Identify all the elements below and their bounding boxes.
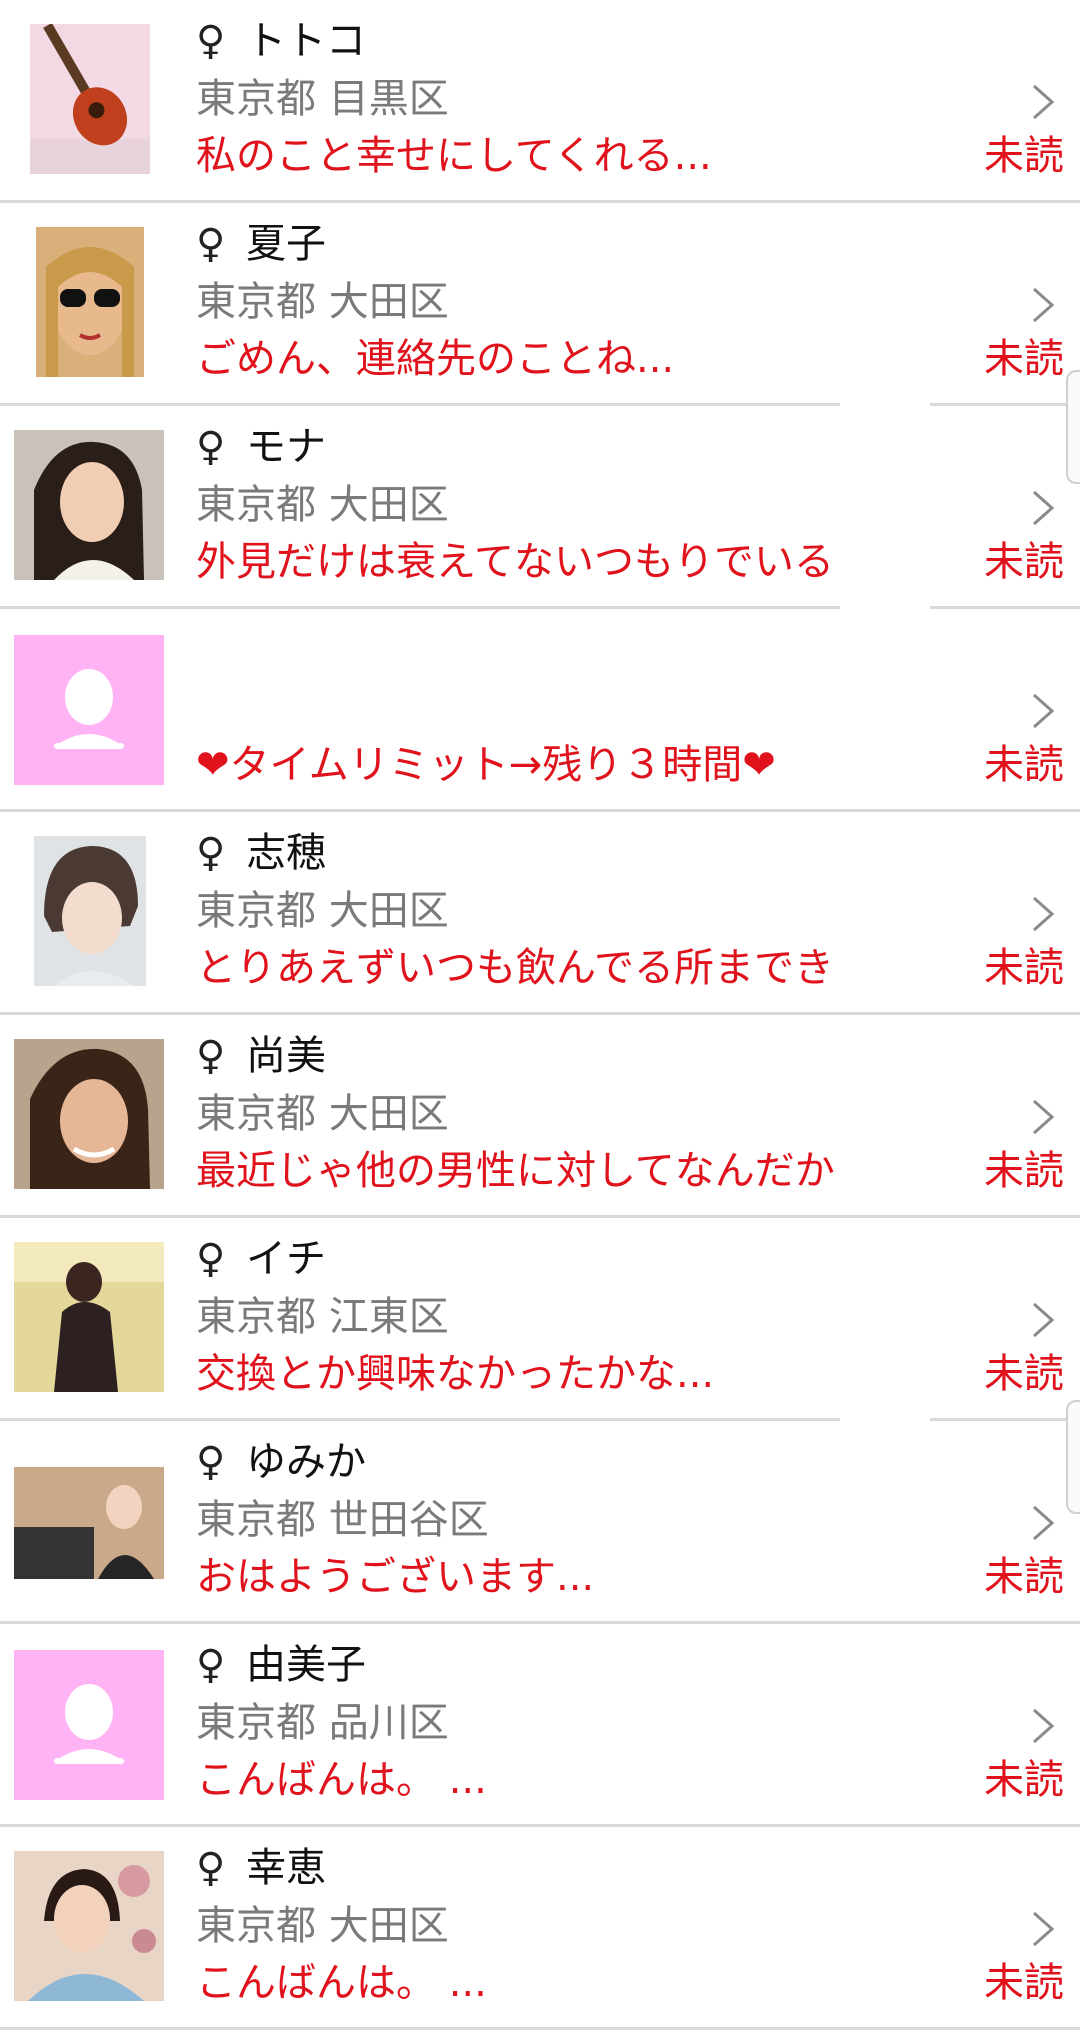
user-name: 夏子 (246, 221, 326, 267)
unread-badge: 未読 (984, 1554, 1064, 1600)
gender-icon: ♀ (196, 424, 226, 470)
user-location: 東京都 江東区 (196, 1294, 449, 1340)
unread-badge: 未読 (984, 1351, 1064, 1397)
edge-panel-handle[interactable] (1066, 1400, 1080, 1514)
message-preview: こんばんは。 ... (196, 1757, 487, 1803)
avatar (14, 1467, 164, 1579)
message-list: ♀ トトコ 東京都 目黒区 私のこと幸せにしてくれる... 未読 ♀ 夏子 東京… (0, 0, 1080, 2032)
list-item[interactable]: ♀ 志穂 東京都 大田区 とりあえずいつも飲んでる所までき 未読 (0, 812, 1080, 1015)
gender-icon: ♀ (196, 1236, 226, 1282)
unread-badge: 未読 (984, 742, 1064, 788)
avatar (14, 1650, 164, 1800)
default-user-icon (14, 1650, 164, 1800)
message-preview: ごめん、連絡先のことね... (196, 336, 675, 382)
list-item[interactable]: ♀ イチ 東京都 江東区 交換とか興味なかったかな... 未読 (0, 1218, 1080, 1421)
list-item[interactable]: ♀ 幸恵 東京都 大田区 こんばんは。 ... 未読 (0, 1827, 1080, 2030)
gender-icon: ♀ (196, 1439, 226, 1485)
chevron-right-icon (1033, 1708, 1055, 1744)
message-preview: ❤タイムリミット→残り３時間❤ (196, 742, 776, 788)
list-item[interactable]: ♀ トトコ 東京都 目黒区 私のこと幸せにしてくれる... 未読 (0, 0, 1080, 203)
unread-badge: 未読 (984, 133, 1064, 179)
user-location: 東京都 大田区 (196, 1903, 449, 1949)
unread-badge: 未読 (984, 336, 1064, 382)
user-location: 東京都 世田谷区 (196, 1497, 489, 1543)
chevron-right-icon (1033, 490, 1055, 526)
chevron-right-icon (1033, 1099, 1055, 1135)
unread-badge: 未読 (984, 539, 1064, 585)
avatar (14, 430, 164, 580)
avatar (14, 1039, 164, 1189)
user-location: 東京都 品川区 (196, 1700, 449, 1746)
user-name: ゆみか (246, 1439, 366, 1485)
chevron-right-icon (1033, 693, 1055, 729)
message-preview: こんばんは。 ... (196, 1960, 487, 2006)
unread-badge: 未読 (984, 1757, 1064, 1803)
user-location: 東京都 目黒区 (196, 76, 449, 122)
avatar (34, 836, 146, 986)
avatar (30, 24, 150, 174)
gender-icon: ♀ (196, 1845, 226, 1891)
woman-photo (34, 836, 146, 986)
gender-icon: ♀ (196, 1033, 226, 1079)
user-location: 東京都 大田区 (196, 279, 449, 325)
gender-icon: ♀ (196, 1642, 226, 1688)
user-name: トトコ (246, 18, 366, 64)
avatar (14, 1851, 164, 2001)
user-name: 志穂 (246, 830, 326, 876)
default-user-icon (14, 635, 164, 785)
chevron-right-icon (1033, 896, 1055, 932)
message-preview: 最近じゃ他の男性に対してなんだか (196, 1148, 835, 1194)
woman-photo (14, 1039, 164, 1189)
guitar-photo (30, 24, 150, 174)
avatar (36, 227, 144, 377)
sunglasses-woman-photo (36, 227, 144, 377)
list-item[interactable]: ♀ 夏子 東京都 大田区 ごめん、連絡先のことね... 未読 (0, 203, 1080, 406)
user-name: 尚美 (246, 1033, 326, 1079)
user-name: 由美子 (246, 1642, 366, 1688)
user-name: モナ (246, 424, 326, 470)
message-preview: 交換とか興味なかったかな... (196, 1351, 715, 1397)
gender-icon: ♀ (196, 830, 226, 876)
list-item[interactable]: ❤タイムリミット→残り３時間❤ 未読 (0, 609, 1080, 812)
chevron-right-icon (1033, 1505, 1055, 1541)
kimono-woman-photo (14, 1851, 164, 2001)
chevron-right-icon (1033, 1302, 1055, 1338)
gender-icon: ♀ (196, 221, 226, 267)
message-preview: とりあえずいつも飲んでる所までき (196, 945, 834, 991)
woman-photo (14, 1242, 164, 1392)
list-item[interactable]: ♀ 尚美 東京都 大田区 最近じゃ他の男性に対してなんだか 未読 (0, 1015, 1080, 1218)
message-preview: 外見だけは衰えてないつもりでいる (196, 539, 834, 585)
avatar (14, 1242, 164, 1392)
user-name: イチ (246, 1236, 326, 1282)
unread-badge: 未読 (984, 1148, 1064, 1194)
user-location: 東京都 大田区 (196, 1091, 449, 1137)
chevron-right-icon (1033, 84, 1055, 120)
chevron-right-icon (1033, 1911, 1055, 1947)
list-item[interactable]: ♀ モナ 東京都 大田区 外見だけは衰えてないつもりでいる 未読 (0, 406, 1080, 609)
woman-photo (14, 430, 164, 580)
woman-photo (14, 1467, 164, 1579)
list-item[interactable]: ♀ ゆみか 東京都 世田谷区 おはようございます... 未読 (0, 1421, 1080, 1624)
message-preview: 私のこと幸せにしてくれる... (196, 133, 712, 179)
unread-badge: 未読 (984, 1960, 1064, 2006)
user-name: 幸恵 (246, 1845, 326, 1891)
message-preview: おはようございます... (196, 1554, 595, 1600)
gender-icon: ♀ (196, 18, 226, 64)
edge-panel-handle[interactable] (1066, 370, 1080, 484)
list-item[interactable]: ♀ 由美子 東京都 品川区 こんばんは。 ... 未読 (0, 1624, 1080, 1827)
user-location: 東京都 大田区 (196, 888, 449, 934)
avatar (14, 635, 164, 785)
unread-badge: 未読 (984, 945, 1064, 991)
user-location: 東京都 大田区 (196, 482, 449, 528)
chevron-right-icon (1033, 287, 1055, 323)
